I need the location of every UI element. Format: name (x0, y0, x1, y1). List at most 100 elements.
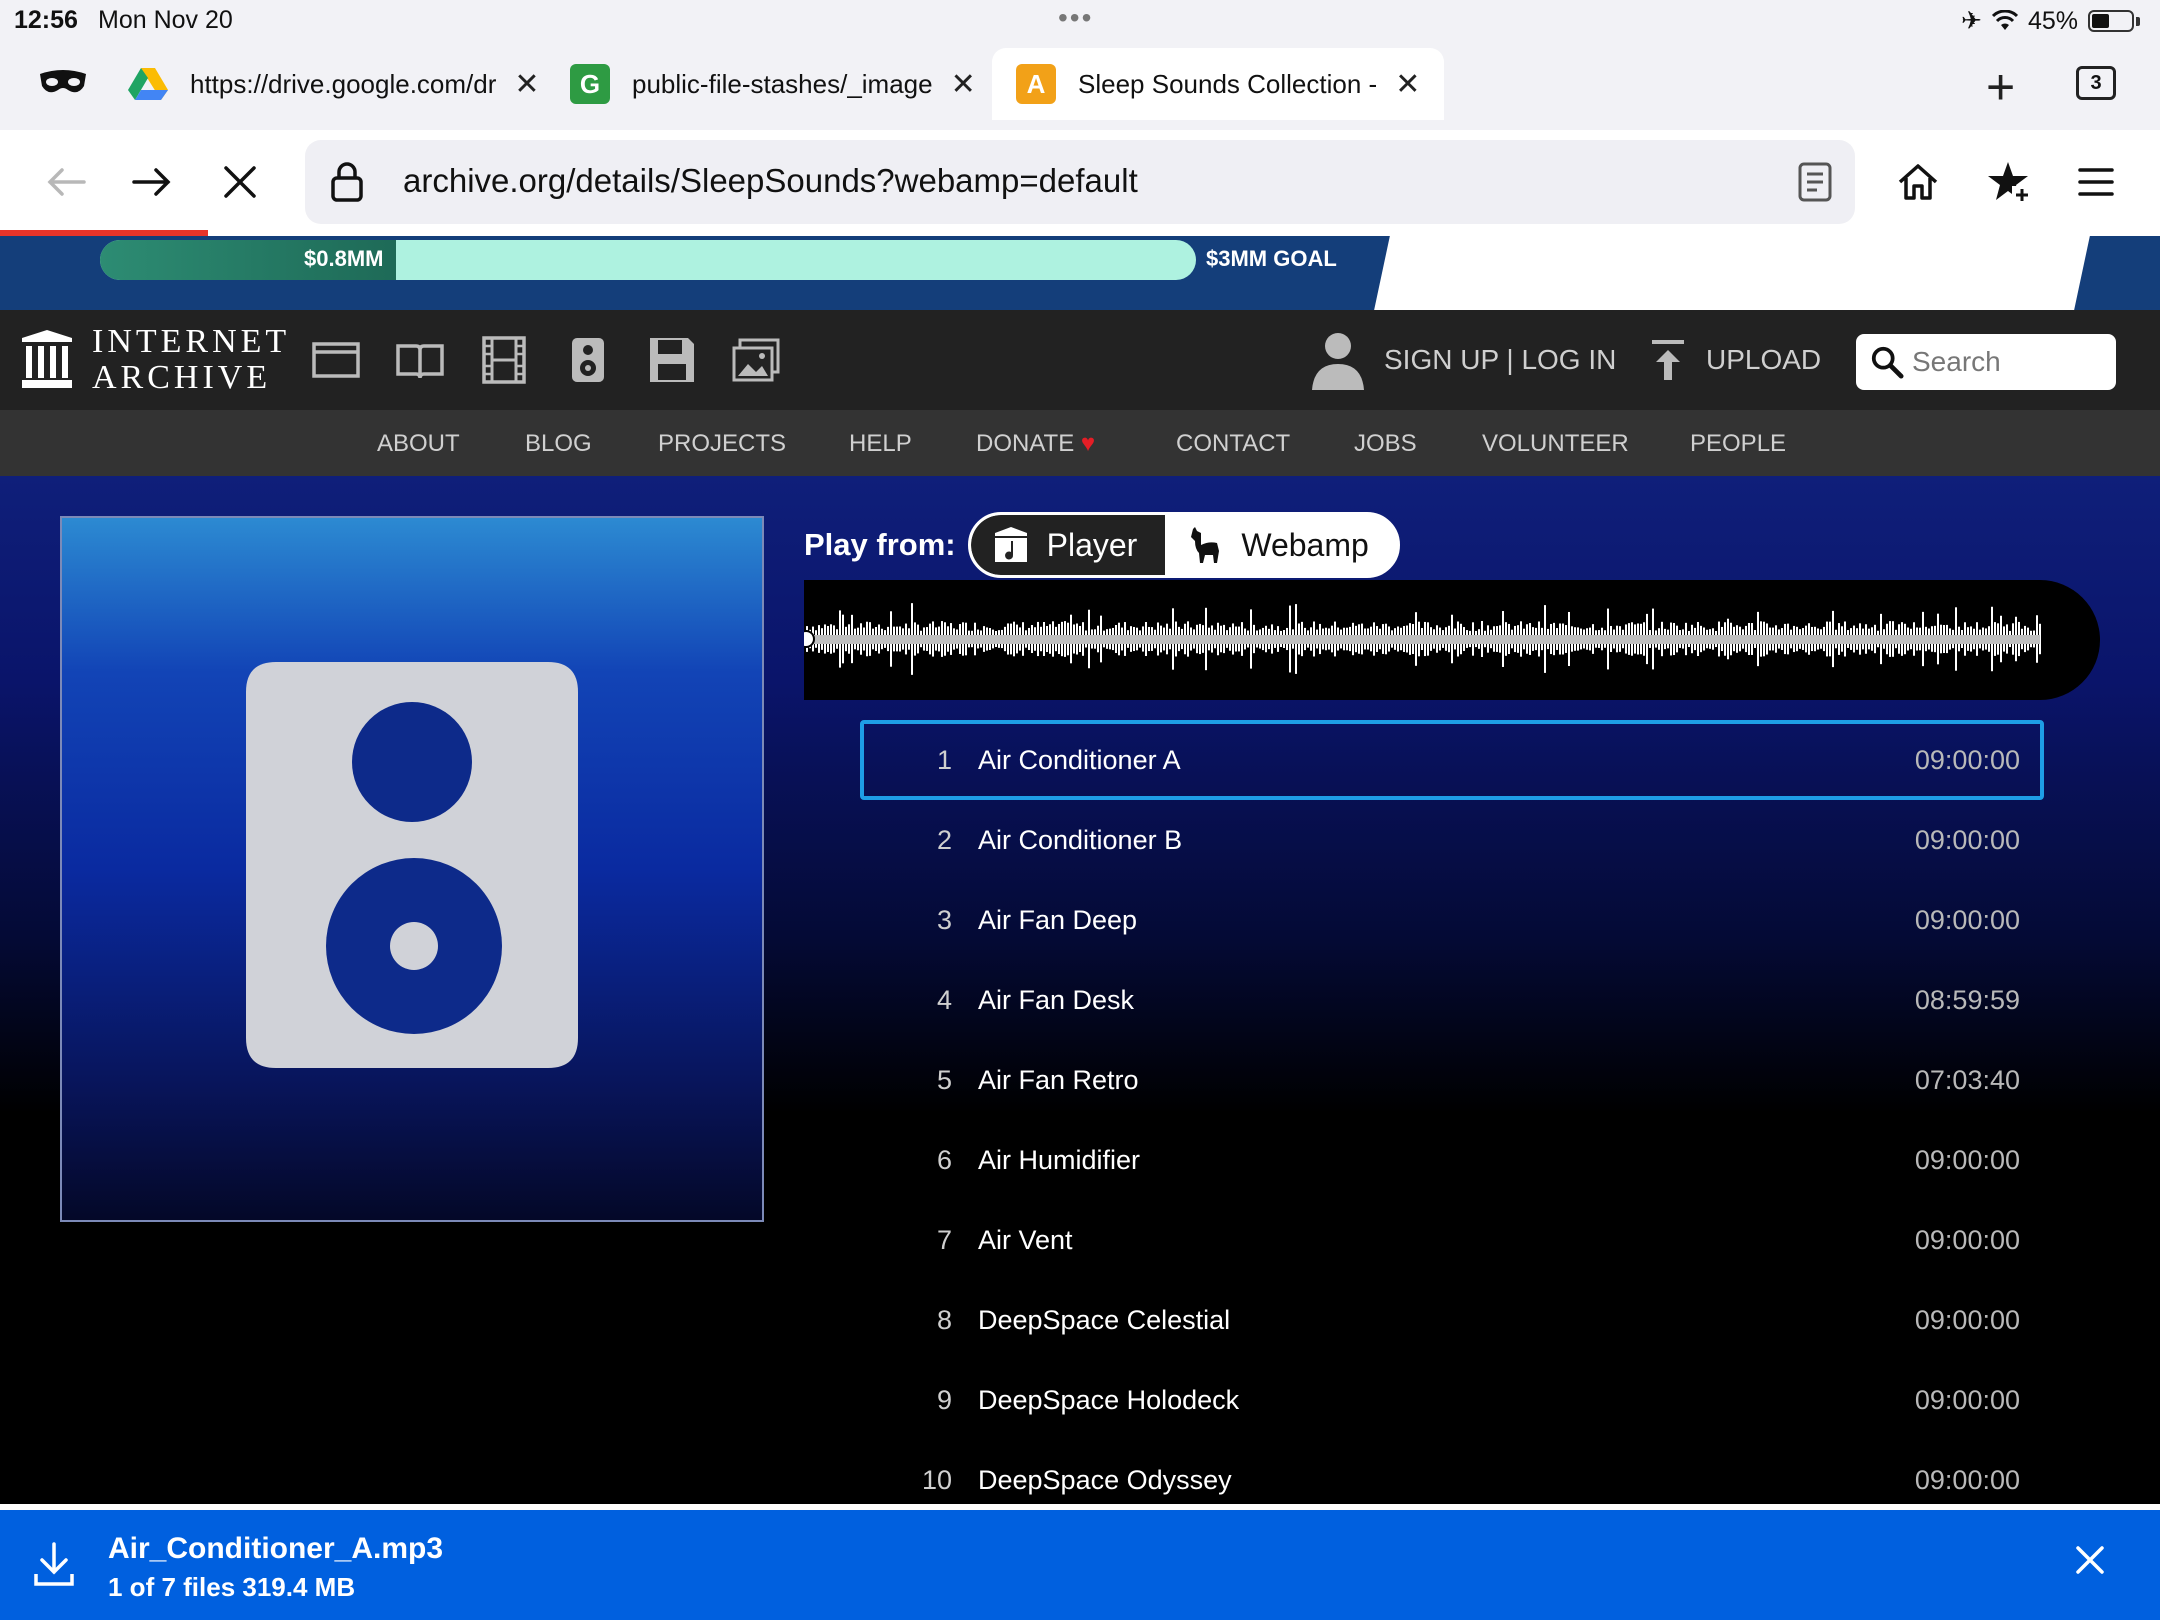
tab-sleep-sounds[interactable]: A Sleep Sounds Collection - ✕ (992, 48, 1445, 120)
nav-projects[interactable]: PROJECTS (658, 430, 786, 458)
wifi-icon (1991, 10, 2018, 30)
track-title: DeepSpace Odyssey (978, 1464, 1232, 1495)
track-row[interactable]: 1 Air Conditioner A 09:00:00 (860, 720, 2044, 800)
multitasking-dots-icon[interactable]: ••• (1058, 2, 1093, 34)
status-indicators: ✈ 45% (1961, 6, 2140, 36)
audio-speaker-icon[interactable] (562, 334, 614, 386)
battery-percent: 45% (2027, 6, 2078, 35)
nav-donate[interactable]: DONATE ♥ (976, 430, 1095, 458)
nav-blog[interactable]: BLOG (525, 430, 592, 458)
track-row[interactable]: 9 DeepSpace Holodeck 09:00:00 (860, 1360, 2044, 1440)
lock-icon (331, 162, 363, 202)
search-input[interactable]: Search (1856, 334, 2116, 390)
web-icon[interactable] (310, 334, 362, 386)
texts-book-icon[interactable] (394, 334, 446, 386)
user-avatar-icon (1312, 333, 1364, 390)
track-row[interactable]: 3 Air Fan Deep 09:00:00 (860, 880, 2044, 960)
album-cover (60, 516, 764, 1222)
track-row[interactable]: 5 Air Fan Retro 07:03:40 (860, 1040, 2044, 1120)
menu-hamburger-icon[interactable] (2070, 156, 2122, 208)
track-row[interactable]: 6 Air Humidifier 09:00:00 (860, 1120, 2044, 1200)
track-title: Air Fan Desk (978, 984, 1135, 1015)
url-text[interactable]: archive.org/details/SleepSounds?webamp=d… (403, 162, 1138, 200)
player-option[interactable]: Player (970, 515, 1166, 575)
donation-banner[interactable]: $0.8MM $3MM GOAL (0, 236, 2160, 310)
donation-goal: $3MM GOAL (1206, 246, 1337, 271)
tab-public-file-stashes[interactable]: G public-file-stashes/_image ✕ (570, 48, 976, 120)
track-title: DeepSpace Holodeck (978, 1384, 1240, 1415)
track-row[interactable]: 7 Air Vent 09:00:00 (860, 1200, 2044, 1280)
track-duration: 09:00:00 (1914, 904, 2020, 935)
sign-in-link[interactable]: SIGN UP | LOG IN (1310, 310, 1616, 410)
images-icon[interactable] (730, 334, 782, 386)
software-floppy-icon[interactable] (646, 334, 698, 386)
track-number: 9 (936, 1384, 952, 1415)
track-number: 1 (936, 744, 952, 775)
track-title: Air Conditioner A (978, 744, 1181, 775)
reader-mode-icon[interactable] (1797, 160, 1833, 204)
browser-toolbar: archive.org/details/SleepSounds?webamp=d… (0, 130, 2160, 236)
track-number: 10 (921, 1464, 952, 1495)
new-tab-plus-icon[interactable]: + (1986, 58, 2015, 116)
gitea-favicon-icon: G (570, 64, 610, 104)
private-browsing-icon[interactable] (38, 64, 88, 100)
nav-people[interactable]: PEOPLE (1690, 430, 1786, 458)
waveform-scrubber[interactable] (804, 580, 2100, 700)
playhead-handle[interactable] (804, 630, 815, 648)
track-title: Air Fan Deep (978, 904, 1138, 935)
track-row[interactable]: 2 Air Conditioner B 09:00:00 (860, 800, 2044, 880)
upload-label: UPLOAD (1706, 344, 1822, 375)
upload-link[interactable]: UPLOAD (1648, 310, 1821, 410)
track-number: 7 (936, 1224, 952, 1255)
play-from-label: Play from: (804, 527, 956, 562)
track-duration: 08:59:59 (1914, 984, 2020, 1015)
track-list: 1 Air Conditioner A 09:00:00 2 Air Condition… (860, 720, 2044, 1504)
status-date: Mon Nov 20 (98, 6, 233, 34)
stop-loading-icon[interactable] (214, 156, 266, 208)
webamp-option[interactable]: Webamp (1165, 515, 1396, 575)
internet-archive-logo-icon[interactable] (20, 328, 74, 390)
close-tab-icon[interactable]: ✕ (951, 67, 976, 102)
google-drive-icon (128, 68, 168, 100)
close-tab-icon[interactable]: ✕ (514, 67, 539, 102)
heart-icon: ♥ (1080, 430, 1096, 457)
internet-archive-logo-text[interactable]: INTERNET ARCHIVE (92, 324, 290, 396)
player-toggle: Player Webamp (967, 512, 1400, 578)
media-type-icons (310, 310, 782, 410)
track-row[interactable]: 4 Air Fan Desk 08:59:59 (860, 960, 2044, 1040)
nav-jobs[interactable]: JOBS (1354, 430, 1417, 458)
track-duration: 09:00:00 (1914, 1384, 2020, 1415)
close-tab-icon[interactable]: ✕ (1395, 67, 1420, 102)
music-archive-icon (994, 527, 1027, 562)
status-time: 12:56 (14, 6, 78, 34)
track-title: Air Humidifier (978, 1144, 1141, 1175)
search-icon (1871, 346, 1904, 379)
download-info: 1 of 7 files 319.4 MB (108, 1572, 356, 1602)
sign-up-login-label: SIGN UP | LOG IN (1384, 344, 1617, 375)
back-arrow-icon[interactable] (40, 156, 92, 208)
tab-count-button[interactable]: 3 (2076, 66, 2116, 100)
track-title: Air Conditioner B (978, 824, 1183, 855)
forward-arrow-icon[interactable] (126, 156, 178, 208)
nav-contact[interactable]: CONTACT (1176, 430, 1290, 458)
url-bar[interactable]: archive.org/details/SleepSounds?webamp=d… (305, 140, 1855, 224)
tab-bar: https://drive.google.com/dr ✕ G public-f… (0, 40, 2160, 130)
donation-progress-bar (100, 240, 1196, 280)
speaker-artwork-icon (246, 662, 578, 1068)
track-number: 5 (936, 1064, 952, 1095)
bookmark-star-icon[interactable] (1982, 156, 2034, 208)
video-film-icon[interactable] (478, 334, 530, 386)
ia-sub-nav: ABOUT BLOG PROJECTS HELP DONATE ♥ CONTAC… (0, 410, 2160, 476)
tab-label: Sleep Sounds Collection - (1078, 68, 1378, 99)
track-row[interactable]: 8 DeepSpace Celestial 09:00:00 (860, 1280, 2044, 1360)
track-row[interactable]: 10 DeepSpace Odyssey 09:00:00 (860, 1440, 2044, 1504)
nav-help[interactable]: HELP (849, 430, 912, 458)
item-player-area: Play from: Player Webamp 1 Air Conditione… (0, 476, 2160, 1504)
nav-about[interactable]: ABOUT (377, 430, 460, 458)
play-from-selector: Play from: Player Webamp (804, 512, 1400, 578)
home-icon[interactable] (1892, 156, 1944, 208)
nav-volunteer[interactable]: VOLUNTEER (1482, 430, 1629, 458)
close-download-icon[interactable] (2074, 1544, 2106, 1576)
tab-google-drive[interactable]: https://drive.google.com/dr ✕ (128, 48, 540, 120)
upload-icon (1652, 340, 1684, 380)
